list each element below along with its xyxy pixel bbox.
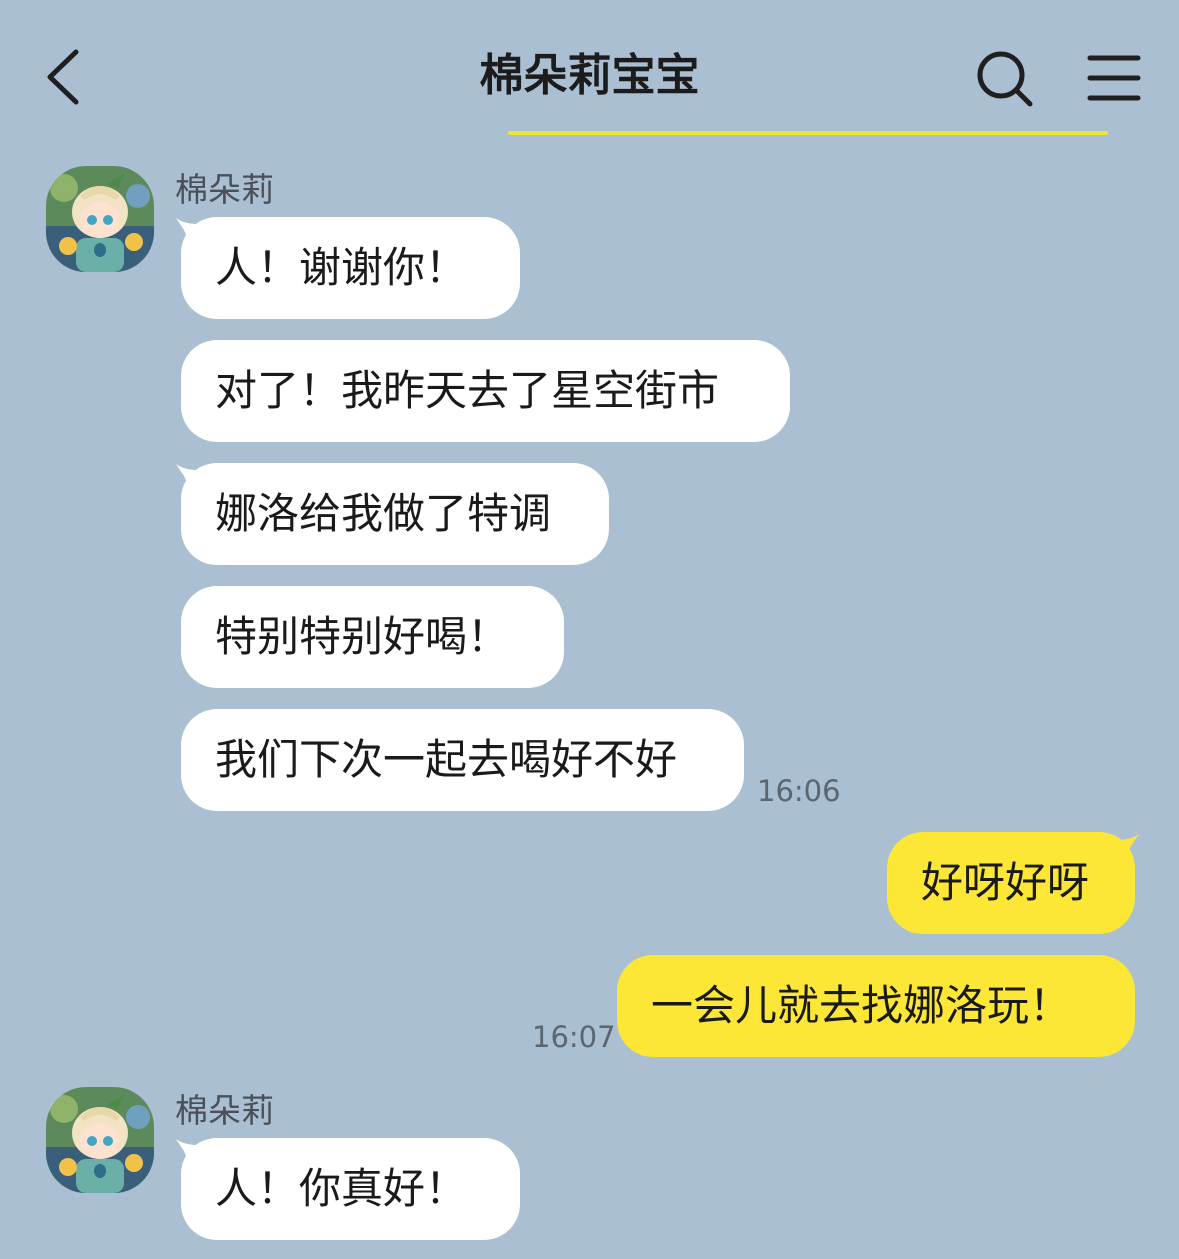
message-timestamp: 16:06 (757, 774, 841, 808)
message-bubble[interactable]: 人！你真好！ (181, 1138, 520, 1240)
menu-button[interactable] (1084, 52, 1144, 108)
message-timestamp: 16:07 (532, 1020, 616, 1054)
message-bubble[interactable]: 人！谢谢你！ (181, 217, 520, 319)
character-avatar-image (46, 1087, 154, 1193)
message-bubble[interactable]: 我们下次一起去喝好不好 (181, 709, 744, 811)
message-bubble[interactable]: 娜洛给我做了特调 (181, 463, 609, 565)
sender-name: 棉朵莉 (175, 1091, 274, 1130)
message-bubble[interactable]: 一会儿就去找娜洛玩！ (617, 955, 1135, 1057)
avatar[interactable] (46, 166, 154, 272)
title-underline (508, 131, 1108, 135)
character-avatar-image (46, 166, 154, 272)
hamburger-menu-icon (1087, 55, 1141, 101)
message-bubble[interactable]: 特别特别好喝！ (181, 586, 564, 688)
avatar[interactable] (46, 1087, 154, 1193)
message-bubble[interactable]: 对了！我昨天去了星空街市 (181, 340, 790, 442)
search-icon (977, 51, 1033, 107)
sender-name: 棉朵莉 (175, 170, 274, 209)
message-bubble[interactable]: 好呀好呀 (887, 832, 1135, 934)
search-button[interactable] (972, 46, 1038, 112)
